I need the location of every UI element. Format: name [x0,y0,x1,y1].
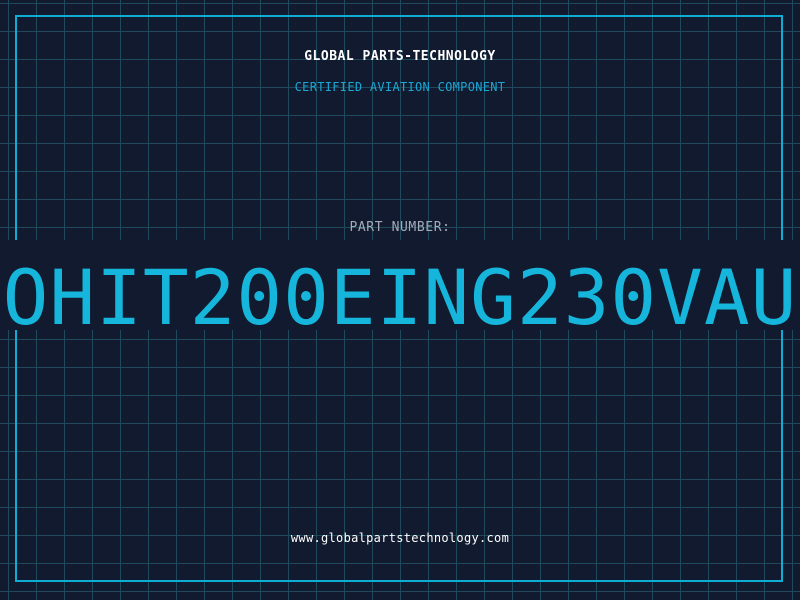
part-number-band: FOHIT200EING230VAUS [0,240,800,330]
part-number-label: PART NUMBER: [349,220,451,235]
company-name: GLOBAL PARTS-TECHNOLOGY [304,49,496,64]
part-number-value: FOHIT200EING230VAUS [0,253,800,331]
website-url: www.globalpartstechnology.com [290,531,510,545]
certification-subtitle: CERTIFIED AVIATION COMPONENT [294,80,506,94]
